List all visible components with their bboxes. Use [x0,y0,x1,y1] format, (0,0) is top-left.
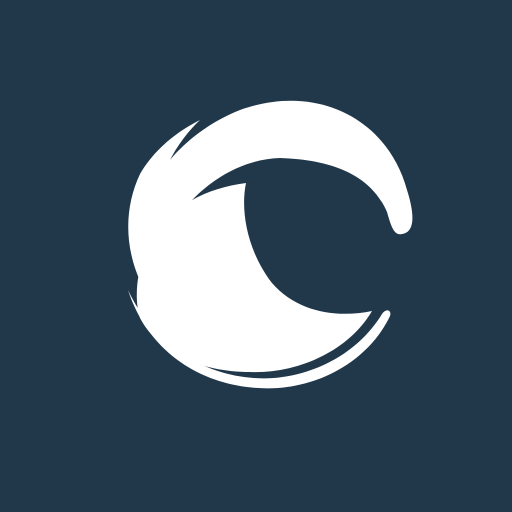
wave-eye-logo-icon [128,100,413,389]
app-icon-canvas [0,0,512,512]
